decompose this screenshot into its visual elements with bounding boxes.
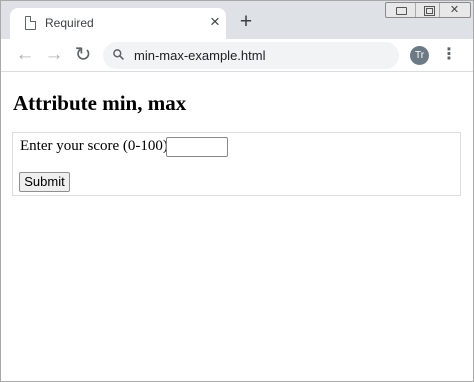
score-label: Enter your score (0-100): — [20, 138, 173, 154]
restore-button[interactable] — [415, 3, 440, 17]
back-arrow-icon[interactable]: ← — [14, 44, 36, 66]
page-title: Attribute min, max — [13, 91, 187, 115]
profile-avatar[interactable]: Tr — [410, 46, 429, 65]
document-icon — [25, 15, 37, 30]
browser-toolbar: ← → ↻ min-max-example.html Tr ⋮ — [1, 39, 473, 72]
search-icon — [113, 49, 124, 60]
url-text: min-max-example.html — [134, 48, 266, 63]
new-tab-icon[interactable]: + — [237, 11, 255, 32]
reload-icon[interactable]: ↻ — [72, 44, 94, 66]
address-bar[interactable]: min-max-example.html — [103, 42, 399, 69]
tab-title: Required — [45, 16, 94, 30]
tab-strip: Required × + ✕ — [1, 1, 473, 39]
minimize-button[interactable] — [388, 3, 413, 17]
tab-required[interactable]: Required × — [10, 8, 226, 39]
menu-icon[interactable]: ⋮ — [441, 45, 457, 67]
score-form: Enter your score (0-100): Submit — [12, 132, 461, 196]
window-close-button[interactable]: ✕ — [442, 3, 467, 17]
browser-window: Required × + ✕ ← → ↻ min-max-example.htm… — [0, 0, 474, 382]
score-input[interactable] — [166, 137, 228, 157]
submit-button[interactable]: Submit — [19, 172, 70, 192]
window-controls: ✕ — [385, 2, 471, 18]
forward-arrow-icon[interactable]: → — [43, 44, 65, 66]
page-content: Attribute min, max Enter your score (0-1… — [1, 73, 473, 381]
tab-close-icon[interactable]: × — [206, 13, 224, 31]
